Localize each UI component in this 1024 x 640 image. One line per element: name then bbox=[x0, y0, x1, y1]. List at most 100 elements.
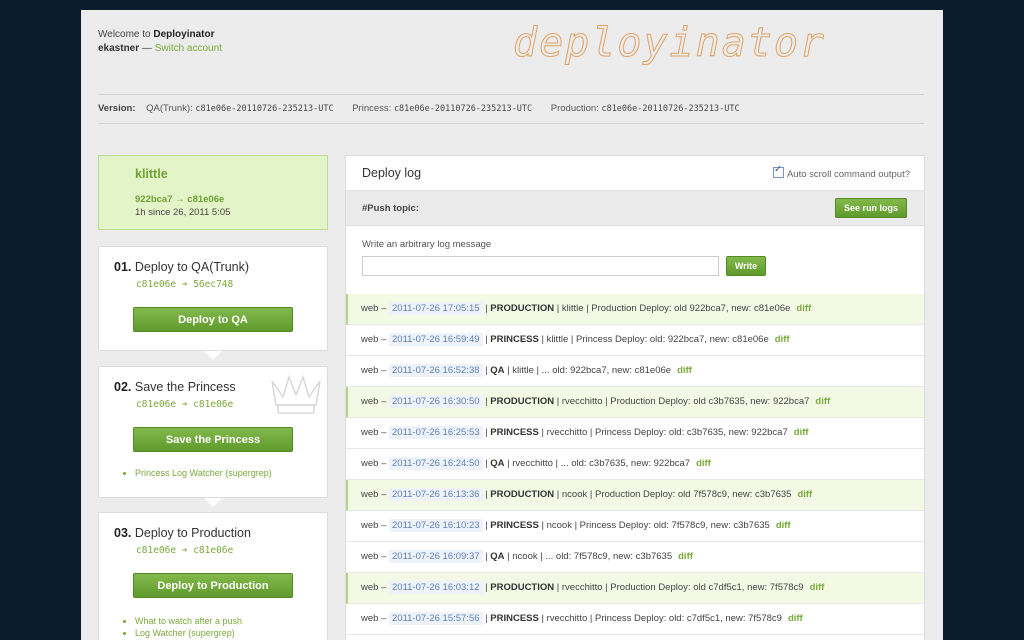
log-source: web – bbox=[361, 489, 387, 500]
log-entry: web – 2011-07-26 16:24:50 | QA | rvecchi… bbox=[346, 449, 924, 480]
log-text: | ncook | Production Deploy: old 7f578c9… bbox=[554, 489, 792, 500]
version-princess: Princess: c81e06e-20110726-235213-UTC bbox=[352, 103, 532, 114]
log-source: web – bbox=[361, 582, 387, 593]
welcome-block: Welcome to Deployinator ekastner — Switc… bbox=[98, 28, 222, 56]
log-timestamp[interactable]: 2011-07-26 16:10:23 bbox=[389, 519, 483, 532]
log-message-input[interactable] bbox=[362, 256, 719, 276]
deploy-log-header: Deploy log Auto scroll command output? bbox=[346, 156, 924, 191]
log-timestamp[interactable]: 2011-07-26 16:09:37 bbox=[389, 550, 483, 563]
diff-link[interactable]: diff bbox=[696, 458, 711, 469]
log-timestamp[interactable]: 2011-07-26 17:05:15 bbox=[389, 302, 483, 315]
see-run-logs-button[interactable]: See run logs bbox=[835, 198, 907, 218]
log-source: web – bbox=[361, 396, 387, 407]
checkbox-icon[interactable] bbox=[772, 164, 784, 178]
auto-scroll-toggle[interactable]: Auto scroll command output? bbox=[772, 164, 910, 180]
log-source: web – bbox=[361, 334, 387, 345]
log-text: | klittle | Production Deploy: old 922bc… bbox=[554, 303, 791, 314]
log-entry: web – 2011-07-26 16:09:37 | QA | ncook |… bbox=[346, 542, 924, 573]
deploy-qa-button[interactable]: Deploy to QA bbox=[133, 307, 293, 332]
diff-link[interactable]: diff bbox=[796, 303, 811, 314]
log-source: web – bbox=[361, 551, 387, 562]
diff-link[interactable]: diff bbox=[678, 551, 693, 562]
deploy-log-title: Deploy log bbox=[362, 166, 422, 180]
log-timestamp[interactable]: 2011-07-26 15:57:56 bbox=[389, 612, 483, 625]
step-title: 03. Deploy to Production bbox=[114, 526, 251, 540]
step-arrow bbox=[204, 351, 222, 360]
watch-after-push-link[interactable]: What to watch after a push bbox=[135, 615, 242, 627]
deploy-log-panel: Deploy log Auto scroll command output? #… bbox=[345, 155, 925, 640]
deployinator-logo: deployinator bbox=[513, 20, 826, 67]
log-entry: web – 2011-07-26 16:30:50 | PRODUCTION |… bbox=[346, 387, 924, 418]
step-title-text: Save the Princess bbox=[134, 380, 236, 394]
push-topic-bar: #Push topic: See run logs bbox=[346, 191, 924, 226]
log-stage: PRODUCTION bbox=[490, 582, 555, 593]
diff-link[interactable]: diff bbox=[788, 613, 803, 624]
princess-log-watcher-link[interactable]: Princess Log Watcher (supergrep) bbox=[135, 467, 272, 479]
version-qa-value: c81e06e-20110726-235213-UTC bbox=[195, 104, 334, 114]
welcome-prefix: Welcome to bbox=[98, 29, 154, 40]
log-text: | ncook | ... old: 7f578c9, new: c3b7635 bbox=[504, 551, 673, 562]
log-timestamp[interactable]: 2011-07-26 16:52:38 bbox=[389, 364, 483, 377]
step-title-text: Deploy to QA(Trunk) bbox=[134, 260, 250, 274]
log-entry: web – 2011-07-26 15:57:56 | PRINCESS | r… bbox=[346, 604, 924, 635]
step-deploy-qa: 01. Deploy to QA(Trunk) c81e06e ➔ 56ec74… bbox=[98, 246, 328, 351]
version-princess-value: c81e06e-20110726-235213-UTC bbox=[393, 104, 533, 114]
welcome-separator: — bbox=[139, 43, 155, 54]
diff-link[interactable]: diff bbox=[677, 365, 692, 376]
log-timestamp[interactable]: 2011-07-26 16:03:12 bbox=[389, 581, 483, 594]
crown-icon bbox=[271, 374, 321, 414]
version-production: Production: c81e06e-20110726-235213-UTC bbox=[551, 103, 740, 114]
step-title: 01. Deploy to QA(Trunk) bbox=[114, 260, 249, 274]
switch-account-link[interactable]: Switch account bbox=[155, 43, 222, 54]
log-stage: PRINCESS bbox=[490, 427, 539, 438]
log-stage: PRODUCTION bbox=[490, 396, 555, 407]
log-entry: web – 2011-07-26 16:59:49 | PRINCESS | k… bbox=[346, 325, 924, 356]
log-timestamp[interactable]: 2011-07-26 16:13:36 bbox=[389, 488, 483, 501]
log-entry: web – 2011-07-26 16:10:23 | PRINCESS | n… bbox=[346, 511, 924, 542]
step-arrow bbox=[204, 498, 222, 507]
log-stage: PRINCESS bbox=[490, 613, 539, 624]
deploy-log-list: web – 2011-07-26 17:05:15 | PRODUCTION |… bbox=[346, 294, 924, 635]
log-timestamp[interactable]: 2011-07-26 16:59:49 bbox=[389, 333, 483, 346]
log-timestamp[interactable]: 2011-07-26 16:30:50 bbox=[389, 395, 483, 408]
log-source: web – bbox=[361, 613, 387, 624]
log-stage: QA bbox=[490, 458, 505, 469]
log-timestamp[interactable]: 2011-07-26 16:24:50 bbox=[389, 457, 483, 470]
current-deploy-card: klittle 922bca7 → c81e06e 1h since 26, 2… bbox=[98, 155, 328, 230]
push-topic-label: #Push topic: bbox=[362, 203, 420, 214]
step-number: 03. bbox=[114, 526, 132, 540]
write-label: Write an arbitrary log message bbox=[362, 239, 492, 250]
version-bar: Version: QA(Trunk): c81e06e-20110726-235… bbox=[98, 103, 740, 114]
log-stage: QA bbox=[490, 551, 505, 562]
save-princess-button[interactable]: Save the Princess bbox=[133, 427, 293, 452]
divider bbox=[98, 123, 924, 124]
divider bbox=[98, 94, 924, 95]
step-links: Princess Log Watcher (supergrep) bbox=[123, 467, 272, 479]
diff-link[interactable]: diff bbox=[776, 520, 791, 531]
diff-link[interactable]: diff bbox=[815, 396, 830, 407]
diff-link[interactable]: diff bbox=[797, 489, 812, 500]
diff-link[interactable]: diff bbox=[810, 582, 825, 593]
version-qa-name: QA(Trunk): bbox=[146, 103, 193, 114]
log-text: | rvecchitto | ... old: c3b7635, new: 92… bbox=[504, 458, 691, 469]
diff-link[interactable]: diff bbox=[794, 427, 809, 438]
deployinator-page: Welcome to Deployinator ekastner — Switc… bbox=[81, 10, 943, 640]
step-shas: c81e06e ➔ c81e06e bbox=[136, 545, 234, 556]
step-save-princess: 02. Save the Princess c81e06e ➔ c81e06e … bbox=[98, 366, 328, 498]
log-text: | ncook | Princess Deploy: old: 7f578c9,… bbox=[538, 520, 770, 531]
version-label: Version: bbox=[98, 103, 136, 114]
write-button[interactable]: Write bbox=[726, 256, 766, 276]
step-links: What to watch after a push Log Watcher (… bbox=[123, 615, 242, 639]
log-source: web – bbox=[361, 520, 387, 531]
diff-link[interactable]: diff bbox=[775, 334, 790, 345]
log-timestamp[interactable]: 2011-07-26 16:25:53 bbox=[389, 426, 483, 439]
log-source: web – bbox=[361, 427, 387, 438]
deploy-production-button[interactable]: Deploy to Production bbox=[133, 573, 293, 598]
log-entry: web – 2011-07-26 16:52:38 | QA | klittle… bbox=[346, 356, 924, 387]
log-text: | rvecchitto | Princess Deploy: old: c7d… bbox=[538, 613, 782, 624]
step-title-text: Deploy to Production bbox=[134, 526, 251, 540]
log-entry: web – 2011-07-26 17:05:15 | PRODUCTION |… bbox=[346, 294, 924, 325]
version-princess-name: Princess: bbox=[352, 103, 392, 114]
log-entry: web – 2011-07-26 16:13:36 | PRODUCTION |… bbox=[346, 480, 924, 511]
log-watcher-link[interactable]: Log Watcher (supergrep) bbox=[135, 627, 242, 639]
